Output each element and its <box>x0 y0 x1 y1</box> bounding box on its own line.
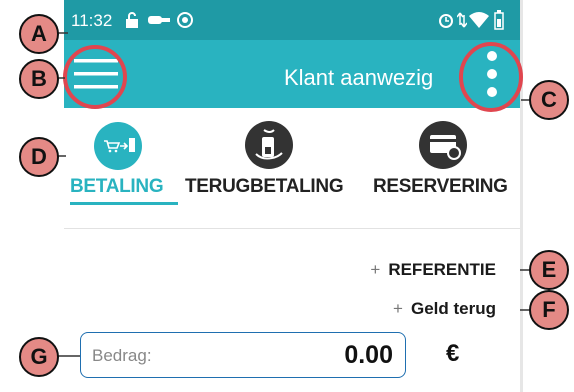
data-arrows-icon <box>457 12 467 28</box>
annotation-marker-e: E <box>529 250 569 290</box>
tab-betaling-label: BETALING <box>70 176 164 197</box>
lock-open-icon <box>126 12 138 28</box>
phone-screen: 11:32 Klant aanwezig BETALING TERUGBETAL… <box>64 0 520 392</box>
annotation-marker-d: D <box>19 137 59 177</box>
status-bar: 11:32 <box>64 0 520 40</box>
status-time: 11:32 <box>71 11 113 30</box>
tab-reservering-label: RESERVERING <box>373 176 508 197</box>
amount-value: 0.00 <box>344 341 393 369</box>
app-bar-title: Klant aanwezig <box>284 65 434 90</box>
app-bar: Klant aanwezig <box>64 40 520 108</box>
section-divider <box>64 228 520 229</box>
payment-icon <box>94 122 142 170</box>
phone-edge <box>520 0 523 392</box>
screenshot-stage: 11:32 Klant aanwezig BETALING TERUGBETAL… <box>0 0 574 392</box>
active-tab-indicator <box>70 202 178 205</box>
sync-icon <box>177 12 193 28</box>
hamburger-menu-icon[interactable] <box>74 57 118 91</box>
more-vert-icon[interactable] <box>450 40 520 108</box>
annotation-marker-g: G <box>19 337 59 377</box>
annotation-marker-c: C <box>529 80 569 120</box>
add-reference-link[interactable]: + REFERENTIE <box>370 260 496 280</box>
tab-terugbetaling-label: TERUGBETALING <box>185 176 344 197</box>
annotation-marker-a: A <box>19 14 59 54</box>
plus-icon: + <box>370 260 381 279</box>
payment-type-tabs: BETALING TERUGBETALING RESERVERING <box>64 108 520 220</box>
refund-icon <box>245 121 293 169</box>
currency-symbol: € <box>446 340 460 367</box>
key-icon <box>148 16 170 24</box>
wifi-icon <box>469 12 489 28</box>
annotation-marker-b: B <box>19 59 59 99</box>
amount-field[interactable]: Bedrag: 0.00 <box>80 332 406 378</box>
plus-icon: + <box>393 299 403 318</box>
amount-label: Bedrag: <box>92 346 152 365</box>
annotation-marker-f: F <box>529 290 569 330</box>
card-reservation-icon <box>419 121 467 169</box>
alarm-icon <box>439 14 453 28</box>
reference-label: REFERENTIE <box>388 260 496 279</box>
cashback-label: Geld terug <box>410 299 496 318</box>
add-cashback-link[interactable]: + Geld terug <box>393 299 496 319</box>
battery-icon <box>494 10 504 30</box>
